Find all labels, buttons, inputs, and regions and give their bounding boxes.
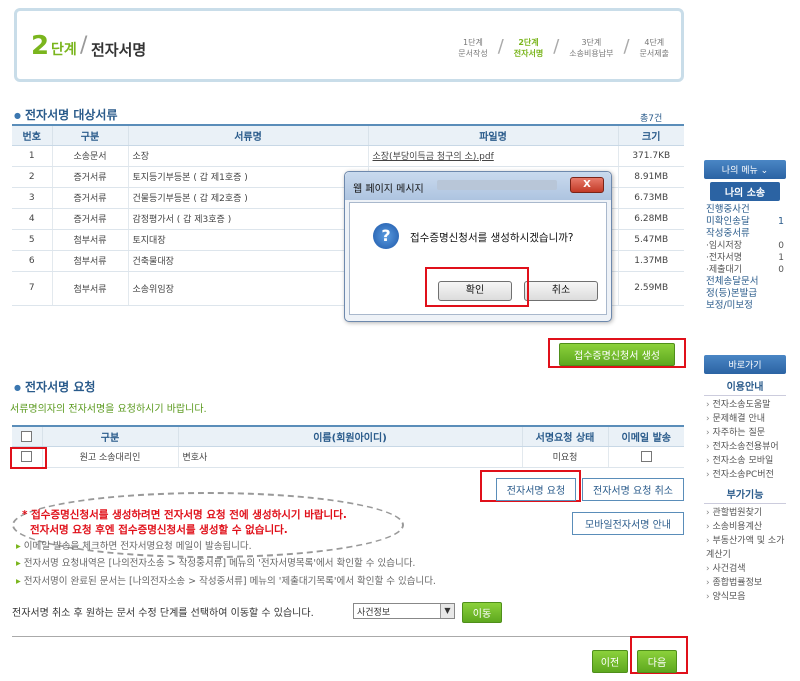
docs-total: 총7건 <box>640 114 663 124</box>
highlight-box <box>425 267 529 307</box>
sidebar-item-unconfirmed[interactable]: 미확인송달 1 <box>704 216 786 228</box>
step-number: 2 <box>31 31 50 61</box>
sidebar-link[interactable]: 소송비용계산 <box>704 520 786 534</box>
shortcut-header: 바로가기 <box>704 355 786 374</box>
email-checkbox[interactable] <box>640 451 652 462</box>
cancel-request-button[interactable]: 전자서명 요청 취소 <box>582 478 684 501</box>
warning-line-2: 전자서명 요청 후엔 접수증명신청서를 생성할 수 없습니다. <box>30 524 288 536</box>
mobile-signature-guide-button[interactable]: 모바일전자서명 안내 <box>572 512 684 535</box>
my-suit-header: 나의 소송 <box>710 182 780 201</box>
my-menu-button[interactable]: 나의 메뉴 ⌄ <box>704 160 786 179</box>
sidebar-item-ongoing[interactable]: 진행중사건 <box>704 204 786 216</box>
table-row: 1 소송문서 소장 소장(부당이득금 청구의 소).pdf 371.7KB <box>12 145 684 167</box>
move-label: 전자서명 취소 후 원하는 문서 수정 단계를 선택하여 이동할 수 있습니다. <box>12 608 314 619</box>
dialog-title: 웹 페이지 메시지 <box>353 184 424 195</box>
sidebar-item-copy[interactable]: 정(등)본발급 <box>704 288 786 300</box>
request-description: 서류명의자의 전자서명을 요청하시기 바랍니다. <box>10 404 207 415</box>
note-3: 전자서명이 완료된 문서는 [나의전자소송 > 작성중서류] 메뉴의 '제출대기… <box>16 573 436 587</box>
request-signature-button[interactable]: 전자서명 요청 <box>496 478 576 501</box>
table-row: 원고 소송대리인 변호사 미요청 <box>12 446 684 468</box>
move-button[interactable]: 이동 <box>462 602 502 623</box>
docs-heading: 전자서명 대상서류 <box>14 106 118 123</box>
sidebar-link[interactable]: 전자소송 모바일 <box>704 454 786 468</box>
cancel-button[interactable]: 취소 <box>524 281 598 301</box>
file-link[interactable]: 소장(부당이득금 청구의 소).pdf <box>367 145 618 167</box>
step-unit: 단계 <box>51 42 77 58</box>
close-button[interactable]: X <box>570 177 604 193</box>
sidebar-item-correction[interactable]: 보정/미보정 <box>704 300 786 312</box>
warning-line-1: * 접수증명신청서를 생성하려면 전자서명 요청 전에 생성하시기 바랍니다. <box>22 509 347 521</box>
blurred-url <box>437 180 557 190</box>
step-header: 2 단계 / 전자서명 1단계 문서작성 / 2단계 전자서명 / 3단계 소송비용납… <box>14 8 684 82</box>
step-select[interactable]: 사건정보 ▼ <box>353 603 455 619</box>
chevron-down-icon: ▼ <box>440 604 454 618</box>
sidebar-link[interactable]: 전자소송PC버전 <box>704 468 786 482</box>
next-button[interactable]: 다음 <box>637 650 677 673</box>
select-all-checkbox[interactable] <box>21 430 33 442</box>
divider <box>12 636 684 637</box>
sidebar-link[interactable]: 전자소송전용뷰어 <box>704 440 786 454</box>
sidebar-item-temp[interactable]: ·임시저장 0 <box>704 240 786 252</box>
step-1: 1단계 문서작성 <box>458 38 488 58</box>
step-2: 2단계 전자서명 <box>513 38 544 58</box>
extra-title: 부가기능 <box>704 486 786 504</box>
note-1: 이메일 발송을 체크하면 전자서명요청 메일이 발송됩니다. <box>16 538 252 552</box>
sidebar-links: 바로가기 이용안내 전자소송도움말 문제해결 안내 자주하는 질문 전자소송전용… <box>704 355 786 604</box>
sidebar-link[interactable]: 사건검색 <box>704 562 786 576</box>
page-title: 전자서명 <box>91 41 147 59</box>
sidebar-item-all-docs[interactable]: 전체송달문서 <box>704 276 786 288</box>
step-4: 4단계 문서제출 <box>639 38 669 58</box>
sidebar-link[interactable]: 부동산가액 및 소가계산기 <box>704 534 786 562</box>
sidebar-link[interactable]: 자주하는 질문 <box>704 426 786 440</box>
guide-title: 이용안내 <box>704 378 786 396</box>
step-3: 3단계 소송비용납부 <box>569 38 614 58</box>
sidebar-link[interactable]: 전자소송도움말 <box>704 398 786 412</box>
sidebar-link[interactable]: 관할법원찾기 <box>704 506 786 520</box>
generate-receipt-button[interactable]: 접수증명신청서 생성 <box>559 343 675 366</box>
slash-divider: / <box>80 33 88 58</box>
prev-button[interactable]: 이전 <box>592 650 628 673</box>
sidebar-link[interactable]: 문제해결 안내 <box>704 412 786 426</box>
sidebar-item-pending[interactable]: ·제출대기 0 <box>704 264 786 276</box>
request-table: 구분 이름(회원아이디) 서명요청 상태 이메일 발송 원고 소송대리인 변호사… <box>12 425 684 468</box>
dialog-message: 접수증명신청서를 생성하시겠습니까? <box>410 232 574 244</box>
sidebar-link[interactable]: 양식모음 <box>704 590 786 604</box>
highlight-box <box>10 447 47 469</box>
sidebar-link[interactable]: 종합법률정보 <box>704 576 786 590</box>
sidebar-item-drafts[interactable]: 작성중서류 <box>704 228 786 240</box>
note-2: 전자서명 요청내역은 [나의전자소송 > 작성중서류] 메뉴의 '전자서명목록'… <box>16 555 416 569</box>
question-icon: ? <box>373 223 399 249</box>
sidebar: 나의 메뉴 ⌄ 나의 소송 진행중사건 미확인송달 1 작성중서류 ·임시저장 0 … <box>704 160 786 312</box>
step-progress: 1단계 문서작성 / 2단계 전자서명 / 3단계 소송비용납부 / 4단계 문서제출 <box>454 37 673 59</box>
sidebar-item-esign[interactable]: ·전자서명 1 <box>704 252 786 264</box>
request-heading: 전자서명 요청 <box>14 378 95 395</box>
